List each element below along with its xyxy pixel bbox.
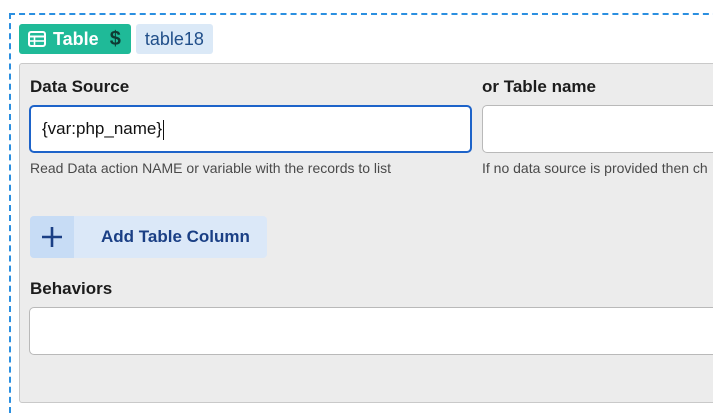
text-caret: [163, 119, 165, 140]
data-source-input[interactable]: {var:php_name}: [29, 105, 472, 153]
component-type-label: Table: [53, 28, 99, 49]
component-id-tag[interactable]: table18: [135, 24, 213, 54]
behaviors-input[interactable]: [29, 307, 713, 355]
behaviors-label: Behaviors: [30, 279, 113, 298]
component-type-tag[interactable]: Table $: [19, 24, 131, 54]
data-source-help: Read Data action NAME or variable with t…: [30, 160, 392, 176]
plus-icon: [30, 216, 74, 258]
component-tags: Table $ table18: [19, 24, 213, 54]
dollar-icon: $: [109, 27, 121, 50]
table-name-input[interactable]: [482, 105, 713, 153]
table-icon: [28, 31, 46, 47]
table-name-label: or Table name: [482, 77, 596, 96]
add-table-column-label: Add Table Column: [101, 227, 250, 246]
add-table-column-button[interactable]: Add Table Column: [30, 216, 267, 258]
data-source-label: Data Source: [30, 77, 130, 96]
data-source-value: {var:php_name}: [42, 119, 163, 138]
properties-panel: Data Source {var:php_name} Read Data act…: [19, 63, 713, 403]
table-name-help: If no data source is provided then ch: [482, 160, 708, 176]
